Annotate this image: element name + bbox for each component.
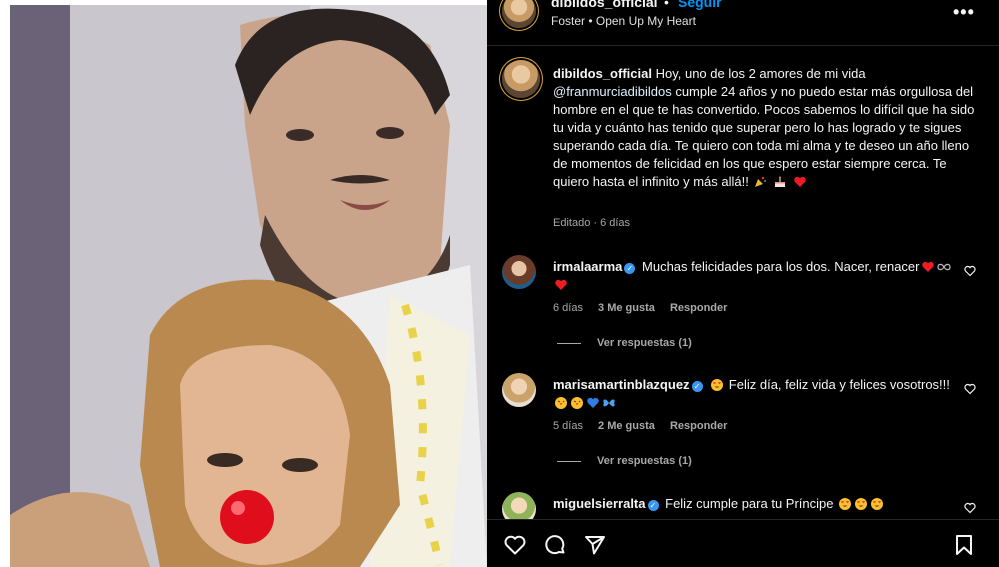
blue-heart-icon (587, 397, 599, 408)
caption-text-start: Hoy, uno de los 2 amores de mi vida (655, 66, 866, 81)
more-horizontal-icon[interactable]: ••• (953, 2, 975, 23)
header-separator: • (664, 0, 669, 10)
red-heart-icon (921, 261, 934, 272)
butterfly-icon (603, 399, 615, 407)
comment-likes[interactable]: 3 Me gusta (598, 302, 655, 314)
red-heart-icon (793, 176, 806, 187)
bookmark-icon[interactable] (952, 533, 976, 557)
caption-mention[interactable]: @franmurciadibildos (553, 84, 672, 99)
caption-text-end: cumple 24 años y no puedo estar más orgu… (553, 84, 975, 189)
comment-username[interactable]: marisamartinblazquez (553, 377, 690, 392)
screenshot-frame: dibildos_official • Seguir Foster • Open… (0, 0, 999, 567)
follow-button[interactable]: Seguir (678, 0, 722, 10)
replies-divider (557, 342, 581, 344)
comment-body: marisamartinblazquez ✓ Feliz día, feliz v… (553, 376, 953, 412)
photo-illustration (10, 5, 487, 567)
red-heart-icon (555, 279, 567, 290)
comment-body: miguelsierralta ✓ Feliz cumple para tu Pr… (553, 495, 953, 513)
comment-avatar[interactable] (502, 255, 536, 289)
author-username[interactable]: dibildos_official (551, 0, 658, 10)
kiss-face-icon (571, 397, 583, 409)
replies-divider (557, 460, 581, 462)
heart-icon[interactable] (503, 533, 527, 557)
post-header: dibildos_official • Seguir Foster • Open… (487, 0, 999, 46)
comment-text: Feliz cumple para tu Príncipe (665, 496, 834, 511)
verified-badge-icon: ✓ (691, 381, 703, 392)
view-replies-label: Ver respuestas (1) (597, 455, 692, 467)
caption-username[interactable]: dibildos_official (553, 66, 652, 81)
post-caption: dibildos_official Hoy, uno de los 2 amor… (553, 65, 983, 191)
comment-text: Feliz día, feliz vida y felices vosotros… (728, 377, 950, 392)
birthday-cake-icon (775, 176, 786, 187)
comment-icon[interactable] (543, 533, 567, 557)
like-comment-heart-icon[interactable] (964, 383, 976, 395)
music-label[interactable]: Foster • Open Up My Heart (551, 14, 696, 28)
heart-eyes-icon (839, 498, 852, 510)
send-icon[interactable] (583, 533, 607, 557)
comment-meta: 6 días 3 Me gusta Responder (553, 302, 739, 314)
heart-eyes-icon (871, 498, 884, 510)
infinity-icon (936, 263, 951, 271)
like-comment-heart-icon[interactable] (964, 502, 976, 514)
comment-meta: 5 días 2 Me gusta Responder (553, 420, 739, 432)
comment-body: irmalaarma ✓ Muchas felicidades para los … (553, 258, 953, 294)
reply-button[interactable]: Responder (670, 420, 727, 432)
post-side-panel: dibildos_official • Seguir Foster • Open… (487, 0, 999, 567)
view-replies-button[interactable]: Ver respuestas (1) (557, 337, 692, 349)
heart-eyes-icon (711, 379, 724, 391)
heart-eyes-icon (855, 498, 868, 510)
comment-age: 6 días (553, 302, 583, 314)
comment-likes[interactable]: 2 Me gusta (598, 420, 655, 432)
comment-text: Muchas felicidades para los dos. Nacer, … (642, 259, 920, 274)
party-popper-icon (755, 176, 767, 187)
comment-avatar[interactable] (502, 373, 536, 407)
comment-username[interactable]: miguelsierralta (553, 496, 646, 511)
comment-username[interactable]: irmalaarma (553, 259, 622, 274)
verified-badge-icon: ✓ (647, 500, 659, 511)
view-replies-button[interactable]: Ver respuestas (1) (557, 455, 692, 467)
post-photo[interactable] (10, 5, 487, 567)
view-replies-label: Ver respuestas (1) (597, 337, 692, 349)
like-comment-heart-icon[interactable] (964, 265, 976, 277)
post-action-bar (487, 519, 999, 567)
comment-age: 5 días (553, 420, 583, 432)
verified-badge-icon: ✓ (624, 263, 636, 274)
author-avatar[interactable] (502, 0, 536, 28)
caption-meta: Editado · 6 días (553, 217, 631, 229)
kiss-face-icon (555, 397, 567, 409)
caption-avatar[interactable] (502, 60, 540, 98)
reply-button[interactable]: Responder (670, 302, 727, 314)
